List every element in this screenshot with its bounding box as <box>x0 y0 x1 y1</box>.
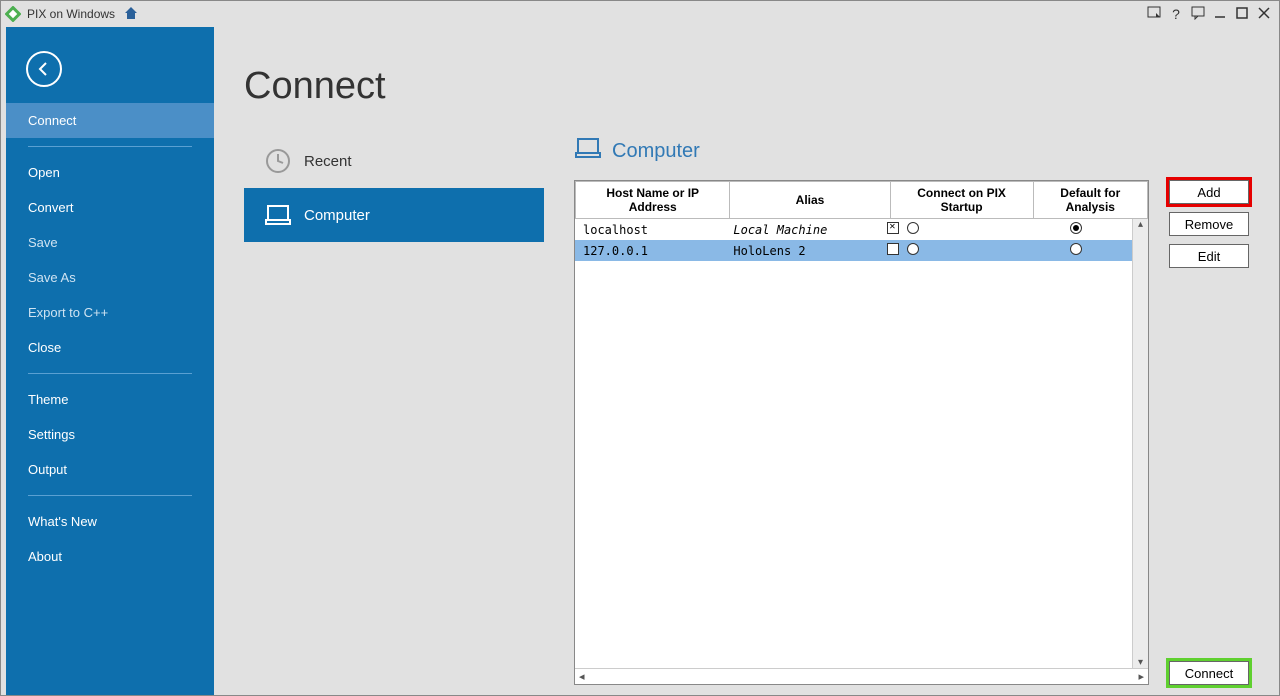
section-header: Computer <box>574 134 1249 168</box>
main-panel: Connect Recent Computer <box>214 27 1279 695</box>
sidebar: Connect Open Convert Save Save As Export… <box>6 27 214 695</box>
source-list: Recent Computer <box>244 134 544 685</box>
add-button[interactable]: Add <box>1169 180 1249 204</box>
list-option-recent[interactable]: Recent <box>244 134 544 188</box>
sidebar-item-connect[interactable]: Connect <box>6 103 214 138</box>
sidebar-divider <box>28 373 192 374</box>
sidebar-item-about[interactable]: About <box>6 539 214 574</box>
sidebar-item-label: Open <box>28 165 60 180</box>
sidebar-item-output[interactable]: Output <box>6 452 214 487</box>
button-label: Connect <box>1185 666 1233 681</box>
sidebar-item-label: Connect <box>28 113 76 128</box>
default-radio[interactable] <box>1070 243 1082 255</box>
sidebar-item-save[interactable]: Save <box>6 225 214 260</box>
sidebar-divider <box>28 495 192 496</box>
sidebar-item-label: Save <box>28 235 58 250</box>
list-option-computer[interactable]: Computer <box>244 188 544 242</box>
detail-panel: Computer Host Name or IP Address Alias C… <box>544 134 1249 685</box>
horizontal-scrollbar[interactable]: ◂▸ <box>575 668 1148 684</box>
sidebar-item-export-cpp[interactable]: Export to C++ <box>6 295 214 330</box>
computer-icon <box>264 202 292 228</box>
sidebar-divider <box>28 146 192 147</box>
cell-startup[interactable] <box>881 240 1020 261</box>
button-column: Add Remove Edit Connect <box>1169 180 1249 685</box>
button-label: Remove <box>1185 217 1233 232</box>
col-startup[interactable]: Connect on PIX Startup <box>890 182 1033 219</box>
cell-default[interactable] <box>1021 219 1132 240</box>
sidebar-item-whats-new[interactable]: What's New <box>6 504 214 539</box>
cell-alias: HoloLens 2 <box>725 240 881 261</box>
remove-button[interactable]: Remove <box>1169 212 1249 236</box>
edit-button[interactable]: Edit <box>1169 244 1249 268</box>
help-icon[interactable]: ? <box>1165 6 1187 22</box>
sidebar-item-label: Settings <box>28 427 75 442</box>
titlebar: PIX on Windows ? <box>1 1 1279 27</box>
cell-startup[interactable] <box>881 219 1020 240</box>
startup-radio[interactable] <box>907 222 919 234</box>
startup-radio[interactable] <box>907 243 919 255</box>
sidebar-item-theme[interactable]: Theme <box>6 382 214 417</box>
section-title: Computer <box>612 140 700 163</box>
home-icon[interactable] <box>123 5 139 24</box>
sidebar-item-close[interactable]: Close <box>6 330 214 365</box>
sidebar-item-label: Export to C++ <box>28 305 108 320</box>
cell-alias: Local Machine <box>725 219 881 240</box>
button-label: Add <box>1197 185 1220 200</box>
sidebar-item-label: About <box>28 549 62 564</box>
feedback-icon[interactable] <box>1187 6 1209 23</box>
col-alias[interactable]: Alias <box>730 182 890 219</box>
page-title: Connect <box>244 65 1249 108</box>
cell-host: localhost <box>575 219 725 240</box>
maximize-icon[interactable] <box>1231 6 1253 22</box>
back-button[interactable] <box>26 51 62 87</box>
sidebar-item-save-as[interactable]: Save As <box>6 260 214 295</box>
app-icon <box>5 6 21 22</box>
cell-host: 127.0.0.1 <box>575 240 725 261</box>
sidebar-item-label: What's New <box>28 514 97 529</box>
app-title: PIX on Windows <box>27 7 115 21</box>
sidebar-item-label: Convert <box>28 200 74 215</box>
sidebar-item-label: Theme <box>28 392 68 407</box>
minimize-icon[interactable] <box>1209 6 1231 22</box>
cell-default[interactable] <box>1021 240 1132 261</box>
startup-checkbox[interactable] <box>887 222 899 234</box>
table-row[interactable]: 127.0.0.1HoloLens 2 <box>575 240 1132 261</box>
sidebar-item-open[interactable]: Open <box>6 155 214 190</box>
list-option-label: Recent <box>304 153 352 170</box>
sidebar-item-label: Output <box>28 462 67 477</box>
sidebar-item-convert[interactable]: Convert <box>6 190 214 225</box>
notes-icon[interactable] <box>1143 6 1165 23</box>
button-label: Edit <box>1198 249 1220 264</box>
close-icon[interactable] <box>1253 6 1275 22</box>
hosts-table[interactable]: Host Name or IP Address Alias Connect on… <box>574 180 1149 685</box>
sidebar-item-settings[interactable]: Settings <box>6 417 214 452</box>
sidebar-item-label: Close <box>28 340 61 355</box>
computer-icon <box>574 134 602 168</box>
vertical-scrollbar[interactable]: ▴▾ <box>1132 219 1148 668</box>
col-host[interactable]: Host Name or IP Address <box>576 182 730 219</box>
col-default[interactable]: Default for Analysis <box>1033 182 1147 219</box>
clock-icon <box>264 148 292 174</box>
sidebar-item-label: Save As <box>28 270 76 285</box>
startup-checkbox[interactable] <box>887 243 899 255</box>
default-radio[interactable] <box>1070 222 1082 234</box>
list-option-label: Computer <box>304 207 370 224</box>
connect-button[interactable]: Connect <box>1169 661 1249 685</box>
table-row[interactable]: localhostLocal Machine <box>575 219 1132 240</box>
